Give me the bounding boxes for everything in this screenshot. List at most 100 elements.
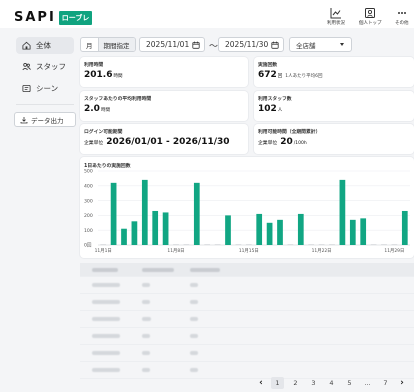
x-tick-label: 11月15日 (239, 248, 259, 254)
sidebar-item-overall[interactable]: 全体 (16, 37, 74, 54)
x-tick-label: 11月8日 (167, 248, 184, 254)
stat-value: 2.0時間 (84, 104, 110, 114)
start-date-picker[interactable]: 2025/11/01 (139, 37, 205, 52)
table-cell (92, 334, 120, 338)
daily-sessions-chart-card: 1日あたりの実施回数 0回 100 200 300 400 500 11月1日 11月8日 11… (80, 157, 414, 258)
bar (401, 210, 408, 245)
table-header-cell (190, 268, 220, 272)
table-row[interactable] (80, 294, 414, 311)
stat-card-login-period: ログイン可能期間 企業単位 2026/01/01 - 2026/11/30 (80, 124, 248, 154)
stat-label: ログイン可能期間 (84, 130, 123, 135)
bar (193, 182, 200, 245)
bar (297, 213, 304, 245)
nav-other[interactable]: その他 (395, 7, 409, 26)
page-button-2[interactable]: 2 (289, 377, 302, 389)
table-row[interactable] (80, 277, 414, 294)
end-date-picker[interactable]: 2025/11/30 (218, 37, 284, 52)
stat-number: 201.6 (84, 70, 113, 80)
sidebar-item-label: スタッフ (36, 62, 66, 71)
page-button-3[interactable]: 3 (307, 377, 320, 389)
pagination-ellipsis: … (364, 379, 371, 387)
page-button-7[interactable]: 7 (379, 377, 392, 389)
stat-label: 実施回数 (258, 63, 278, 68)
stat-label: 利用可能時間（全期間累計） (258, 130, 321, 135)
table-row[interactable] (80, 311, 414, 328)
stat-value: 企業単位 20/100h (258, 137, 307, 147)
chart-icon (330, 8, 341, 19)
table-cell (142, 334, 150, 338)
table-cell (92, 351, 120, 355)
y-tick-label: 300 (84, 198, 93, 204)
table-cell (92, 317, 120, 321)
sidebar-divider (16, 104, 74, 105)
stat-value: 672回 1人あたり平均6回 (258, 70, 323, 80)
stat-value: 102人 (258, 104, 282, 114)
table-cell (142, 283, 150, 287)
page-button-4[interactable]: 4 (325, 377, 338, 389)
stat-label: 利用時間 (84, 63, 104, 68)
nav-usage-label: 利用状況 (327, 21, 345, 26)
period-toggle[interactable]: 期間指定 (98, 38, 135, 51)
more-icon (397, 12, 406, 14)
stat-value: 201.6時間 (84, 70, 122, 80)
page-button-5[interactable]: 5 (343, 377, 356, 389)
table-cell (190, 300, 198, 304)
export-data-label: データ出力 (31, 116, 64, 125)
bar (131, 221, 138, 245)
y-tick-label: 500 (84, 169, 93, 175)
x-tick-label: 11月22日 (312, 248, 332, 254)
bar (339, 179, 346, 245)
export-data-button[interactable]: データ出力 (14, 112, 76, 127)
nav-usage[interactable]: 利用状況 (327, 7, 345, 26)
table-row[interactable] (80, 345, 414, 362)
table-cell (142, 368, 150, 372)
date-range-separator: 〜 (209, 42, 219, 52)
scene-icon (22, 84, 31, 93)
start-date-value: 2025/11/01 (146, 40, 190, 49)
stat-unit: 回 (277, 74, 283, 79)
logo[interactable]: SAPI ローブレ (14, 10, 93, 25)
table-header-row (80, 263, 414, 277)
header: SAPI ローブレ 利用状況 個人トップ その他 (0, 0, 414, 28)
stat-label: 利用スタッフ数 (258, 97, 292, 102)
sidebar-item-label: シーン (36, 84, 59, 93)
stat-unit: /100h (293, 141, 307, 146)
next-page-button[interactable]: › (397, 378, 407, 388)
table-row[interactable] (80, 328, 414, 345)
y-tick-label: 100 (84, 228, 93, 234)
table-header-cell (142, 268, 174, 272)
y-tick-label: 0回 (84, 243, 92, 249)
prev-page-button[interactable]: ‹ (256, 378, 266, 388)
stat-prefix: 企業単位 (258, 141, 278, 146)
stat-unit: 時間 (100, 108, 110, 113)
store-select-value: 全店舗 (296, 41, 316, 50)
grid-icon (22, 41, 31, 50)
stat-value: 企業単位 2026/01/01 - 2026/11/30 (84, 137, 230, 147)
sidebar-item-staff[interactable]: スタッフ (16, 58, 74, 75)
table-cell (142, 300, 150, 304)
stat-number: 2026/01/01 - 2026/11/30 (106, 137, 230, 147)
stat-sub: 1人あたり平均6回 (285, 74, 323, 79)
store-select[interactable]: 全店舗 (289, 37, 352, 52)
bar (349, 219, 356, 245)
stat-label: スタッフあたりの平均利用時間 (84, 97, 152, 102)
bar (256, 213, 263, 245)
table-header-cell (92, 268, 118, 272)
stat-number: 2.0 (84, 104, 100, 114)
sidebar-item-scene[interactable]: シーン (16, 80, 74, 97)
download-icon (20, 116, 28, 123)
month-toggle[interactable]: 月 (81, 38, 99, 51)
nav-personal-top[interactable]: 個人トップ (359, 7, 382, 26)
nav-other-label: その他 (395, 21, 409, 26)
stat-card-avg-time: スタッフあたりの平均利用時間 2.0時間 (80, 91, 248, 121)
stat-number: 102 (258, 104, 277, 114)
stat-card-sessions: 実施回数 672回 1人あたり平均6回 (254, 57, 414, 87)
bar (360, 218, 367, 245)
end-date-value: 2025/11/30 (225, 40, 269, 49)
bar (277, 219, 283, 245)
stat-prefix: 企業単位 (84, 141, 104, 146)
page-button-1[interactable]: 1 (271, 377, 284, 389)
period-mode-toggle: 月 期間指定 (80, 37, 136, 52)
table-cell (92, 300, 120, 304)
bar (225, 215, 231, 245)
